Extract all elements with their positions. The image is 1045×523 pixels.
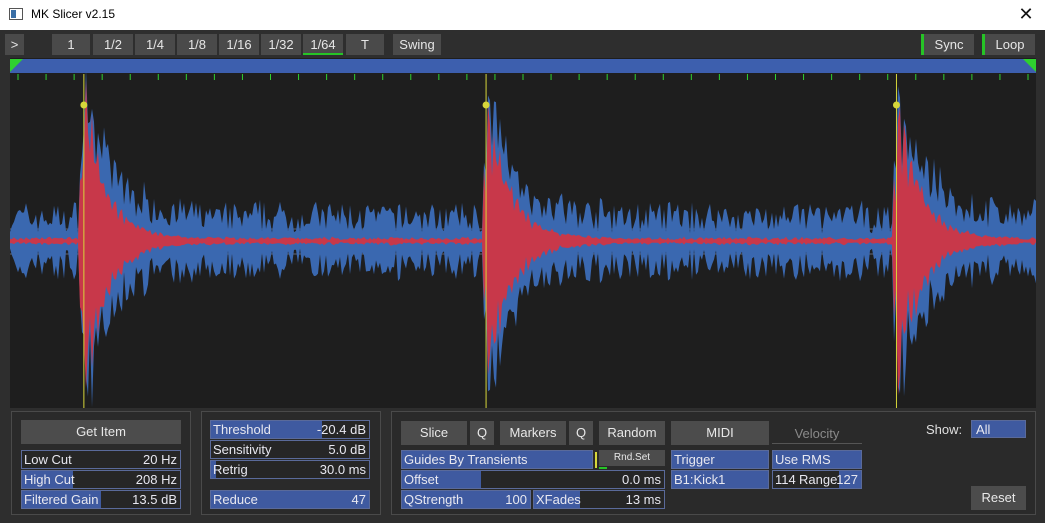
- reduce-label: Reduce: [213, 492, 258, 507]
- grid-1-16-button[interactable]: 1/16: [219, 34, 259, 55]
- markers-button[interactable]: Markers: [500, 421, 566, 445]
- guides-by-transients-selector[interactable]: Guides By Transients: [401, 450, 593, 469]
- xfades-slider[interactable]: XFades 13 ms: [533, 490, 665, 509]
- slicer-body: > 1 1/2 1/4 1/8 1/16 1/32 1/64 T Swing S…: [0, 30, 1045, 523]
- qstrength-value: 100: [505, 492, 527, 507]
- qstrength-label: QStrength: [404, 492, 464, 507]
- waveform-display[interactable]: [10, 58, 1036, 408]
- app-window-icon: [9, 8, 23, 20]
- trigger-selector[interactable]: Trigger: [671, 450, 769, 469]
- show-dropdown[interactable]: All: [971, 420, 1026, 438]
- filtered-gain-label: Filtered Gain: [24, 492, 99, 507]
- threshold-value: -20.4 dB: [316, 422, 366, 437]
- slice-marker-handle-icon[interactable]: [80, 101, 88, 109]
- expand-button[interactable]: >: [5, 34, 24, 55]
- sensitivity-slider[interactable]: Sensitivity 5.0 dB: [210, 440, 370, 459]
- guides-indicator: [595, 452, 597, 468]
- window-title: MK Slicer v2.15: [31, 7, 116, 21]
- reduce-value: 47: [351, 492, 366, 507]
- midi-button[interactable]: MIDI: [671, 421, 769, 445]
- grid-1-8-button[interactable]: 1/8: [177, 34, 217, 55]
- random-button[interactable]: Random: [599, 421, 665, 445]
- range-label: Range: [799, 472, 838, 487]
- grid-triplet-button[interactable]: T: [346, 34, 384, 55]
- detection-panel: Threshold -20.4 dB Sensitivity 5.0 dB Re…: [201, 411, 381, 515]
- low-cut-slider[interactable]: Low Cut 20 Hz: [21, 450, 181, 469]
- filter-panel: Get Item Low Cut 20 Hz High Cut 208 Hz F…: [11, 411, 191, 515]
- reduce-slider[interactable]: Reduce 47: [210, 490, 370, 509]
- filtered-gain-slider[interactable]: Filtered Gain 13.5 dB: [21, 490, 181, 509]
- get-item-button[interactable]: Get Item: [21, 420, 181, 444]
- high-cut-slider[interactable]: High Cut 208 Hz: [21, 470, 181, 489]
- reset-button[interactable]: Reset: [971, 486, 1026, 510]
- xfades-value: 13 ms: [625, 492, 661, 507]
- use-rms-label: Use RMS: [775, 452, 831, 467]
- offset-slider[interactable]: Offset 0.0 ms: [401, 470, 665, 489]
- grid-1-32-button[interactable]: 1/32: [261, 34, 301, 55]
- offset-value: 0.0 ms: [621, 472, 661, 487]
- velocity-label: Velocity: [772, 424, 862, 444]
- xfades-label: XFades: [536, 492, 581, 507]
- midi-note-selector[interactable]: B1:Kick1: [671, 470, 769, 489]
- action-panel: Slice Q Markers Q Random MIDI Velocity S…: [391, 411, 1036, 515]
- app-window: MK Slicer v2.15 ✕ > 1 1/2 1/4 1/8 1/16 1…: [0, 0, 1045, 523]
- range-high-value: 127: [836, 472, 858, 487]
- slice-button[interactable]: Slice: [401, 421, 467, 445]
- high-cut-label: High Cut: [24, 472, 75, 487]
- grid-1-2-button[interactable]: 1/2: [93, 34, 133, 55]
- guides-label: Guides By Transients: [404, 452, 528, 467]
- retrig-value: 30.0 ms: [319, 462, 366, 477]
- velocity-range-slider[interactable]: 114 Range 127: [772, 470, 862, 489]
- rnd-set-button[interactable]: Rnd.Set: [599, 450, 665, 466]
- slice-marker-handle-icon[interactable]: [482, 101, 490, 109]
- threshold-slider[interactable]: Threshold -20.4 dB: [210, 420, 370, 439]
- slice-quantize-button[interactable]: Q: [470, 421, 494, 445]
- show-value: All: [976, 422, 991, 437]
- show-label: Show:: [926, 422, 963, 437]
- offset-label: Offset: [404, 472, 439, 487]
- loop-button[interactable]: Loop: [982, 34, 1035, 55]
- high-cut-value: 208 Hz: [135, 472, 177, 487]
- sensitivity-label: Sensitivity: [213, 442, 272, 457]
- sensitivity-value: 5.0 dB: [328, 442, 366, 457]
- rnd-set-indicator: [599, 467, 607, 469]
- title-bar: MK Slicer v2.15 ✕: [0, 0, 1045, 30]
- use-rms-toggle[interactable]: Use RMS: [772, 450, 862, 469]
- markers-quantize-button[interactable]: Q: [569, 421, 593, 445]
- low-cut-label: Low Cut: [24, 452, 72, 467]
- midi-note-value: B1:Kick1: [674, 472, 726, 487]
- slice-marker-handle-icon[interactable]: [892, 101, 900, 109]
- sync-button[interactable]: Sync: [921, 34, 974, 55]
- qstrength-slider[interactable]: QStrength 100: [401, 490, 531, 509]
- close-icon[interactable]: ✕: [1016, 3, 1036, 25]
- swing-button[interactable]: Swing: [393, 34, 441, 55]
- threshold-label: Threshold: [213, 422, 271, 437]
- retrig-slider[interactable]: Retrig 30.0 ms: [210, 460, 370, 479]
- range-low-value: 114: [775, 472, 796, 487]
- filtered-gain-value: 13.5 dB: [132, 492, 177, 507]
- grid-1-64-button[interactable]: 1/64: [303, 34, 343, 55]
- grid-1-button[interactable]: 1: [52, 34, 90, 55]
- trigger-label: Trigger: [674, 452, 715, 467]
- loop-range-bar[interactable]: [10, 59, 1036, 73]
- retrig-label: Retrig: [213, 462, 248, 477]
- low-cut-value: 20 Hz: [143, 452, 177, 467]
- grid-1-4-button[interactable]: 1/4: [135, 34, 175, 55]
